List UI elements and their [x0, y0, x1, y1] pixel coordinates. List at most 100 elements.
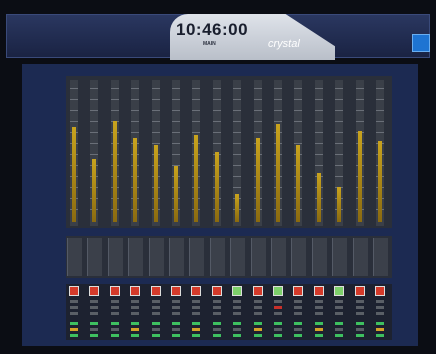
- meter-tick: [254, 110, 262, 111]
- channel-fader[interactable]: [189, 238, 204, 276]
- meter-tick: [192, 110, 200, 111]
- channel-indicator: [131, 312, 139, 315]
- channel-meter: [70, 80, 78, 226]
- meter-tick: [233, 176, 241, 177]
- channel-indicator: [294, 322, 302, 325]
- channel-indicator: [152, 322, 160, 325]
- app-window: 10:46:00 MAIN crystal: [0, 0, 436, 354]
- channel-indicator: [335, 306, 343, 309]
- bottom-bar: [0, 346, 436, 354]
- meter-tick: [90, 121, 98, 122]
- meter-tick: [192, 132, 200, 133]
- channel-fader[interactable]: [251, 238, 266, 276]
- channel-fader[interactable]: [87, 238, 102, 276]
- meter-tick: [70, 88, 78, 89]
- channel-on-button[interactable]: [110, 286, 120, 296]
- channel-indicator: [356, 328, 364, 331]
- channel-indicator: [213, 322, 221, 325]
- meter-tick: [192, 88, 200, 89]
- channel-on-button[interactable]: [334, 286, 344, 296]
- channel-indicator: [315, 312, 323, 315]
- meter-tick: [152, 110, 160, 111]
- channel-indicator: [233, 328, 241, 331]
- channel-strip: [210, 286, 226, 338]
- meter-level-fill: [215, 152, 219, 222]
- channel-indicator: [90, 300, 98, 303]
- channel-strip: [128, 286, 144, 338]
- channel-fader[interactable]: [230, 238, 245, 276]
- meter-level-fill: [72, 127, 76, 222]
- channel-on-button[interactable]: [89, 286, 99, 296]
- channel-indicator: [111, 312, 119, 315]
- meter-tick: [376, 88, 384, 89]
- channel-fader[interactable]: [291, 238, 306, 276]
- channel-indicator: [70, 328, 78, 331]
- meter-tick: [254, 121, 262, 122]
- meter-tick: [70, 110, 78, 111]
- channel-on-button[interactable]: [355, 286, 365, 296]
- channel-indicator: [213, 306, 221, 309]
- channel-on-button[interactable]: [293, 286, 303, 296]
- channel-indicator: [254, 334, 262, 337]
- meter-tick: [152, 121, 160, 122]
- meter-tick: [356, 99, 364, 100]
- channel-fader[interactable]: [108, 238, 123, 276]
- channel-strip: [108, 286, 124, 338]
- channel-fader[interactable]: [271, 238, 286, 276]
- channel-on-button[interactable]: [314, 286, 324, 296]
- channel-indicator: [90, 334, 98, 337]
- channel-indicator: [315, 300, 323, 303]
- meter-level-fill: [133, 138, 137, 222]
- channel-indicator: [111, 306, 119, 309]
- channel-on-button[interactable]: [151, 286, 161, 296]
- channel-on-button[interactable]: [69, 286, 79, 296]
- channel-on-button[interactable]: [191, 286, 201, 296]
- channel-indicator: [213, 334, 221, 337]
- channel-fader[interactable]: [149, 238, 164, 276]
- channel-fader[interactable]: [353, 238, 368, 276]
- meter-level-fill: [276, 124, 280, 222]
- channel-on-button[interactable]: [253, 286, 263, 296]
- meter-tick: [172, 121, 180, 122]
- meter-tick: [294, 121, 302, 122]
- channel-on-button[interactable]: [130, 286, 140, 296]
- meter-tick: [376, 132, 384, 133]
- channel-on-button[interactable]: [273, 286, 283, 296]
- channel-indicator: [294, 312, 302, 315]
- channel-on-button[interactable]: [232, 286, 242, 296]
- meter-tick: [376, 121, 384, 122]
- channel-indicator: [376, 334, 384, 337]
- meter-level-fill: [113, 121, 117, 222]
- meter-tick: [356, 121, 364, 122]
- channel-fader[interactable]: [67, 238, 82, 276]
- channel-fader[interactable]: [169, 238, 184, 276]
- channel-on-button[interactable]: [212, 286, 222, 296]
- meter-tick: [172, 143, 180, 144]
- meter-tick: [90, 132, 98, 133]
- channel-fader[interactable]: [210, 238, 225, 276]
- channel-fader[interactable]: [128, 238, 143, 276]
- meter-tick: [274, 99, 282, 100]
- channel-indicator: [111, 334, 119, 337]
- channel-strip: [271, 286, 287, 338]
- meter-tick: [172, 110, 180, 111]
- channel-indicator: [294, 328, 302, 331]
- meter-tick: [152, 132, 160, 133]
- channel-strip: [291, 286, 307, 338]
- channel-indicator: [172, 300, 180, 303]
- meter-level-fill: [317, 173, 321, 222]
- channel-indicator: [356, 312, 364, 315]
- channel-indicator: [274, 328, 282, 331]
- channel-on-button[interactable]: [171, 286, 181, 296]
- channel-indicator: [131, 334, 139, 337]
- channel-indicator: [70, 322, 78, 325]
- meter-tick: [213, 88, 221, 89]
- brand-logo-text: crystal: [268, 38, 300, 50]
- meter-tick: [254, 88, 262, 89]
- channel-indicator: [335, 334, 343, 337]
- channel-fader[interactable]: [312, 238, 327, 276]
- channel-fader[interactable]: [373, 238, 388, 276]
- channel-on-button[interactable]: [375, 286, 385, 296]
- channel-fader[interactable]: [332, 238, 347, 276]
- channel-indicator: [131, 328, 139, 331]
